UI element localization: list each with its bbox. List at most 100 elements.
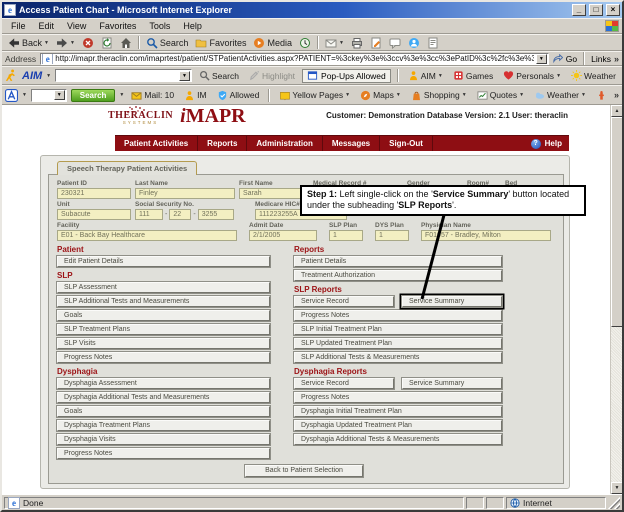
personals-button[interactable]: Personals ▼ <box>500 70 564 81</box>
aim-weather-button[interactable]: Weather <box>568 70 619 81</box>
menu-help[interactable]: Help <box>177 21 208 31</box>
nav-administration[interactable]: Administration <box>247 136 323 151</box>
stop-button[interactable] <box>79 37 97 49</box>
scroll-up-icon[interactable]: ▲ <box>611 105 622 117</box>
vertical-scrollbar[interactable]: ▲ ▼ <box>610 105 622 494</box>
history-button[interactable] <box>296 37 314 49</box>
discuss-button[interactable] <box>386 37 404 49</box>
btn-slp-additional-tests-report[interactable]: SLP Additional Tests & Measurements <box>293 351 503 364</box>
btn-treatment-authorization[interactable]: Treatment Authorization <box>293 269 503 282</box>
btn-dysphagia-progress-notes[interactable]: Progress Notes <box>56 447 271 460</box>
scroll-down-icon[interactable]: ▼ <box>611 482 622 494</box>
btn-slp-assessment[interactable]: SLP Assessment <box>56 281 271 294</box>
yellow-pages-button[interactable]: Yellow Pages ▼ <box>276 90 353 101</box>
btn-dysphagia-treatment-plans[interactable]: Dysphagia Treatment Plans <box>56 419 271 432</box>
btn-report-patient-details[interactable]: Patient Details <box>293 255 503 268</box>
btn-slp-updated-treatment-plan[interactable]: SLP Updated Treatment Plan <box>293 337 503 350</box>
nav-patient-activities[interactable]: Patient Activities <box>115 136 199 151</box>
maximize-icon[interactable]: □ <box>589 4 603 16</box>
home-button[interactable] <box>117 37 135 49</box>
btn-edit-patient-details[interactable]: Edit Patient Details <box>56 255 271 268</box>
refresh-button[interactable] <box>98 37 116 49</box>
shopping-button[interactable]: Shopping ▼ <box>408 90 470 101</box>
btn-dysphagia-additional-tests[interactable]: Dysphagia Additional Tests and Measureme… <box>56 391 271 404</box>
aol-search-options-icon[interactable]: ▼ <box>119 92 124 98</box>
btn-dysphagia-additional-tests-report[interactable]: Dysphagia Additional Tests & Measurement… <box>293 433 503 446</box>
btn-slp-service-summary[interactable]: Service Summary <box>401 295 503 308</box>
aim-brand[interactable]: AIM <box>22 70 42 82</box>
btn-dysphagia-service-record[interactable]: Service Record <box>293 377 395 390</box>
nav-help[interactable]: ? Help <box>524 136 569 151</box>
back-to-patient-selection-button[interactable]: Back to Patient Selection <box>244 464 364 478</box>
toolbar-separator <box>396 69 399 82</box>
back-dropdown-icon[interactable]: ▼ <box>44 40 49 46</box>
minimize-icon[interactable]: _ <box>572 4 586 16</box>
btn-slp-additional-tests[interactable]: SLP Additional Tests and Measurements <box>56 295 271 308</box>
aol-search-dropdown-icon[interactable]: ▼ <box>53 90 65 100</box>
search-button[interactable]: Search <box>143 37 192 49</box>
menu-tools[interactable]: Tools <box>143 21 176 31</box>
address-input[interactable]: e http://imapr.theraclin.com/imaprtest/p… <box>40 52 549 65</box>
aol-search-input[interactable]: ▼ <box>30 88 67 102</box>
quotes-button[interactable]: Quotes ▼ <box>474 90 527 101</box>
aim-search-input[interactable]: ▼ <box>55 69 193 82</box>
media-button[interactable]: Media <box>250 37 295 49</box>
address-url: http://imapr.theraclin.com/imaprtest/pat… <box>55 54 534 63</box>
tab-speech-therapy-patient-activities[interactable]: Speech Therapy Patient Activities <box>57 161 198 175</box>
aim-search-dropdown-icon[interactable]: ▼ <box>179 70 191 81</box>
go-button[interactable]: Go <box>553 53 577 64</box>
address-dropdown-icon[interactable]: ▼ <box>535 53 547 64</box>
highlight-button[interactable]: Highlight <box>246 70 298 81</box>
btn-dysphagia-assessment[interactable]: Dysphagia Assessment <box>56 377 271 390</box>
hot-deals-button[interactable] <box>593 90 610 101</box>
scrollbar-thumb[interactable] <box>611 117 622 327</box>
mail-button[interactable]: ▼ <box>322 37 347 49</box>
maps-button[interactable]: Maps ▼ <box>357 90 404 101</box>
more-tools-chevron-icon[interactable]: » <box>614 90 619 100</box>
favorites-button[interactable]: Favorites <box>192 37 249 49</box>
menu-view[interactable]: View <box>61 21 92 31</box>
aol-mail-button[interactable]: Mail: 10 <box>128 90 177 101</box>
btn-slp-goals[interactable]: Goals <box>56 309 271 322</box>
btn-dysphagia-initial-treatment-plan[interactable]: Dysphagia Initial Treatment Plan <box>293 405 503 418</box>
btn-dysphagia-updated-treatment-plan[interactable]: Dysphagia Updated Treatment Plan <box>293 419 503 432</box>
edit-button[interactable] <box>367 37 385 49</box>
print-button[interactable] <box>348 37 366 49</box>
btn-slp-service-record[interactable]: Service Record <box>293 295 395 308</box>
popups-allowed-button[interactable]: Pop-Ups Allowed <box>302 68 391 83</box>
popups-allowed-indicator[interactable]: Allowed <box>214 90 263 101</box>
aim-menu-button[interactable]: AIM ▼ <box>405 70 446 81</box>
btn-dysphagia-report-progress-notes[interactable]: Progress Notes <box>293 391 503 404</box>
btn-dysphagia-visits[interactable]: Dysphagia Visits <box>56 433 271 446</box>
aim-brand-dropdown-icon[interactable]: ▼ <box>46 73 51 79</box>
aol-logo-dropdown-icon[interactable]: ▼ <box>22 92 27 98</box>
aol-weather-button[interactable]: Weather ▼ <box>531 90 589 101</box>
research-button[interactable] <box>424 37 442 49</box>
back-button[interactable]: Back ▼ <box>5 37 52 49</box>
btn-slp-treatment-plans[interactable]: SLP Treatment Plans <box>56 323 271 336</box>
mail-dropdown-icon[interactable]: ▼ <box>339 40 344 46</box>
btn-dysphagia-goals[interactable]: Goals <box>56 405 271 418</box>
menu-favorites[interactable]: Favorites <box>93 21 142 31</box>
aol-im-button[interactable]: IM <box>181 90 209 101</box>
forward-dropdown-icon[interactable]: ▼ <box>70 40 75 46</box>
aim-search-button[interactable]: Search <box>196 70 242 81</box>
menu-edit[interactable]: Edit <box>33 21 61 31</box>
resize-grip[interactable] <box>608 497 620 509</box>
btn-slp-progress-notes[interactable]: Progress Notes <box>56 351 271 364</box>
btn-slp-report-progress-notes[interactable]: Progress Notes <box>293 309 503 322</box>
aol-search-button[interactable]: Search <box>70 88 116 102</box>
nav-messages[interactable]: Messages <box>323 136 381 151</box>
btn-slp-initial-treatment-plan[interactable]: SLP Initial Treatment Plan <box>293 323 503 336</box>
btn-slp-visits[interactable]: SLP Visits <box>56 337 271 350</box>
nav-sign-out[interactable]: Sign-Out <box>380 136 433 151</box>
forward-button[interactable]: ▼ <box>53 37 78 49</box>
nav-reports[interactable]: Reports <box>198 136 248 151</box>
menu-file[interactable]: File <box>5 21 32 31</box>
games-button[interactable]: Games <box>450 70 496 81</box>
close-icon[interactable]: × <box>606 4 620 16</box>
messenger-button[interactable] <box>405 37 423 49</box>
btn-dysphagia-service-summary[interactable]: Service Summary <box>401 377 503 390</box>
section-patient: Patient <box>57 245 84 254</box>
links-button[interactable]: Links » <box>591 54 619 64</box>
